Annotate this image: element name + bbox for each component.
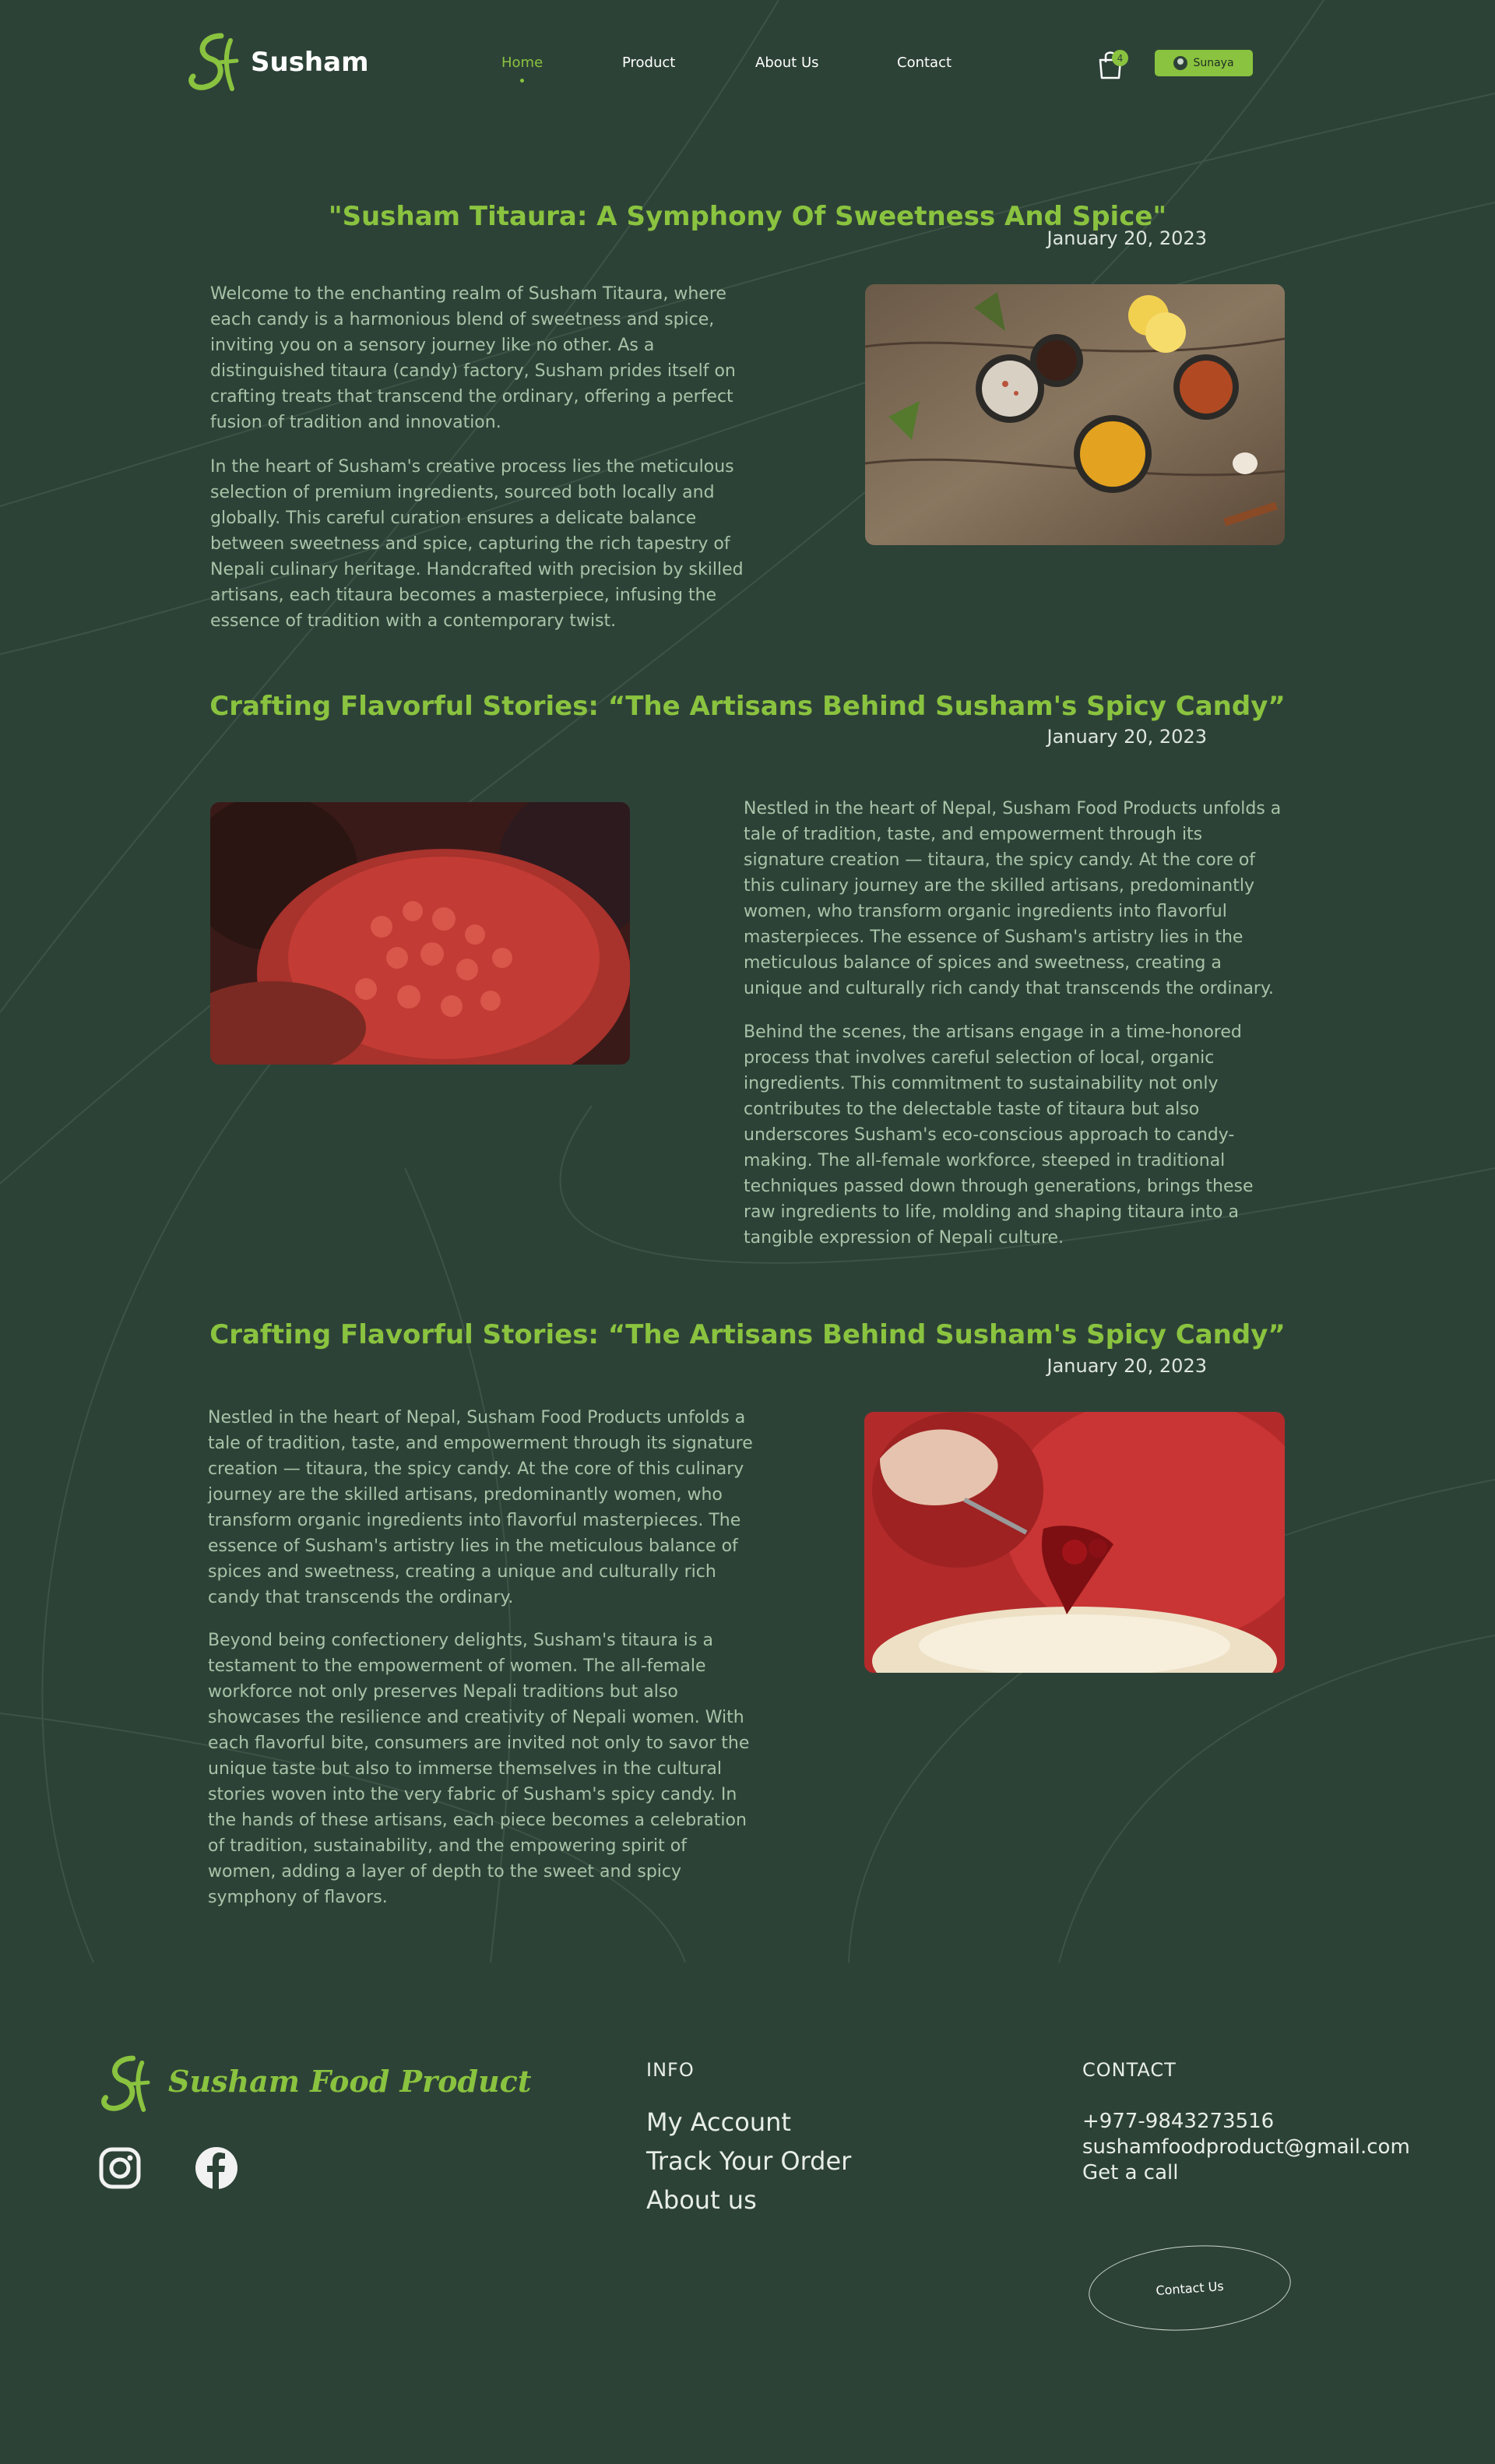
article-3-paragraph-2: Beyond being confectionery delights, Sus… — [208, 1631, 750, 1907]
article-3-paragraph-1: Nestled in the heart of Nepal, Susham Fo… — [208, 1408, 753, 1607]
user-avatar — [1173, 56, 1188, 70]
article-3-title: Crafting Flavorful Stories: “The Artisan… — [209, 1319, 1286, 1350]
contact-heading: CONTACT — [1082, 2059, 1177, 2081]
user-name: Sunaya — [1193, 57, 1234, 69]
my-account-link[interactable]: My Account — [646, 2107, 791, 2137]
nav-product[interactable]: Product — [622, 55, 675, 71]
user-account-button[interactable]: Sunaya — [1155, 50, 1253, 76]
susham-logo-icon — [188, 33, 239, 91]
nav-home[interactable]: Home — [501, 55, 543, 71]
article-3-image-artisan — [864, 1412, 1285, 1673]
article-2-paragraph-2: Behind the scenes, the artisans engage i… — [744, 1023, 1254, 1248]
contact-us-button[interactable]: Contact Us — [1085, 2239, 1294, 2337]
instagram-icon[interactable] — [98, 2146, 142, 2190]
article-2-image-candy — [210, 802, 630, 1065]
article-2-title: Crafting Flavorful Stories: “The Artisan… — [209, 691, 1286, 722]
site-logo[interactable]: Susham — [185, 31, 369, 93]
footer-logo-icon — [101, 2055, 150, 2112]
brand-name: Susham — [251, 47, 369, 78]
article-1-image-spices — [865, 284, 1285, 545]
get-a-call-link[interactable]: Get a call — [1082, 2161, 1178, 2184]
track-order-link[interactable]: Track Your Order — [646, 2146, 851, 2176]
footer-brand: Susham Food Product — [168, 2064, 532, 2099]
article-1-paragraph-1: Welcome to the enchanting realm of Susha… — [210, 284, 736, 432]
about-us-link[interactable]: About us — [646, 2185, 757, 2215]
article-3-date: January 20, 2023 — [1046, 1355, 1208, 1377]
active-nav-indicator — [520, 79, 524, 83]
article-1-title: "Susham Titaura: A Symphony Of Sweetness… — [328, 201, 1167, 232]
contact-email[interactable]: sushamfoodproduct@gmail.com — [1082, 2135, 1410, 2159]
article-1-date: January 20, 2023 — [1046, 227, 1208, 249]
nav-contact[interactable]: Contact — [897, 55, 952, 71]
article-1-paragraph-2: In the heart of Susham's creative proces… — [210, 457, 744, 631]
info-heading: INFO — [646, 2059, 695, 2081]
cart-count-badge: 4 — [1112, 50, 1128, 66]
nav-about-us[interactable]: About Us — [755, 55, 819, 71]
article-2-date: January 20, 2023 — [1046, 726, 1208, 748]
facebook-icon[interactable] — [195, 2146, 238, 2190]
contact-phone[interactable]: +977-9843273516 — [1082, 2110, 1274, 2133]
article-2-paragraph-1: Nestled in the heart of Nepal, Susham Fo… — [744, 799, 1282, 998]
